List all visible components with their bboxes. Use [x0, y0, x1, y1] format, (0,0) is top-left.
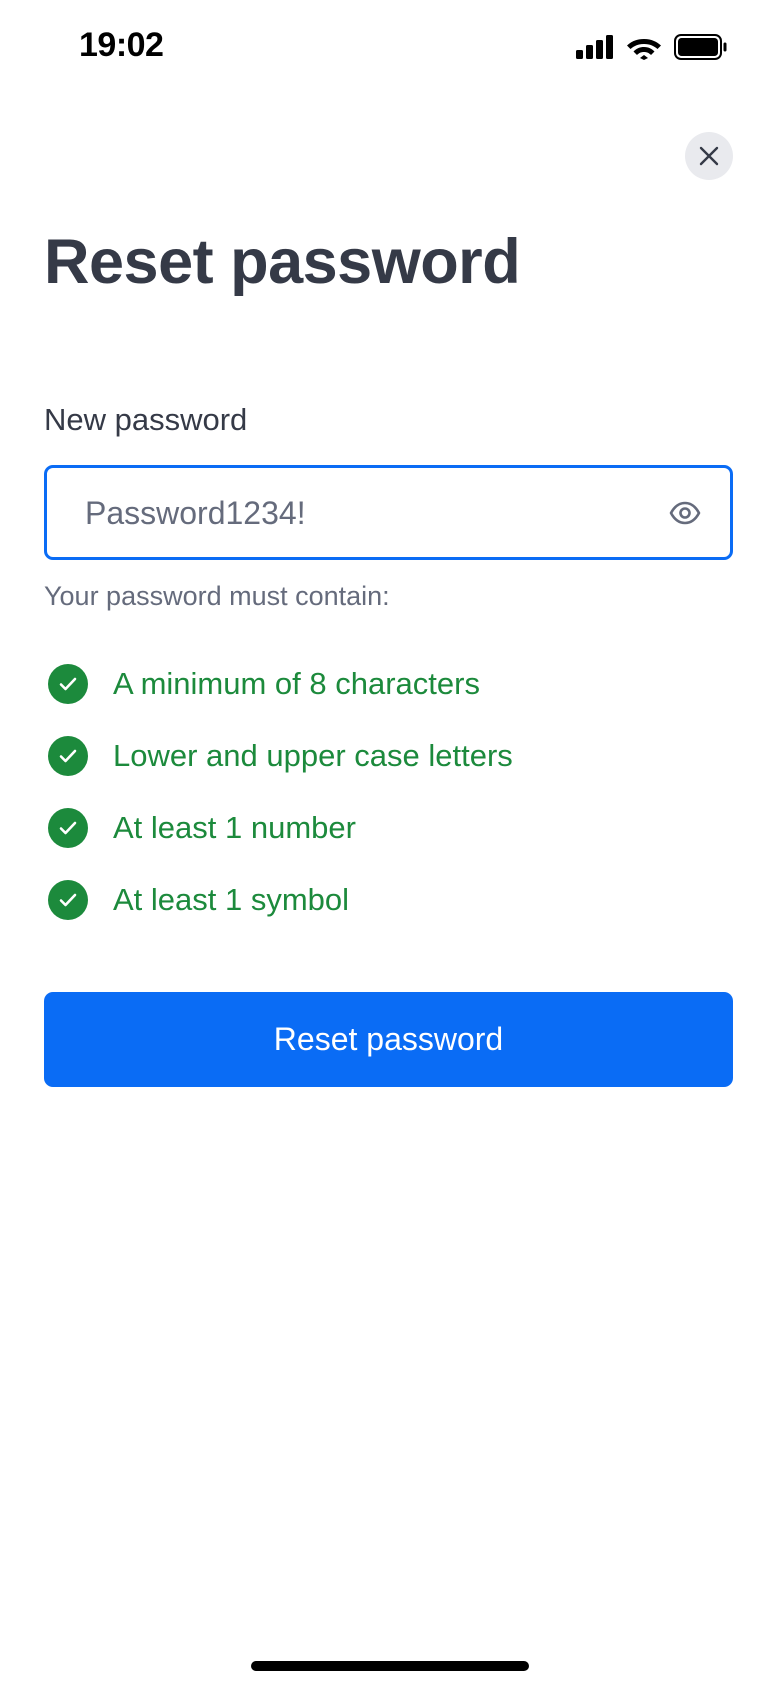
status-icons	[576, 32, 728, 62]
check-circle-icon	[48, 880, 88, 920]
wifi-icon	[627, 39, 661, 60]
page-title: Reset password	[44, 227, 521, 297]
close-button[interactable]	[685, 132, 733, 180]
requirement-label: At least 1 number	[113, 810, 356, 845]
requirement-item: At least 1 number	[48, 792, 513, 864]
requirement-label: Lower and upper case letters	[113, 738, 513, 773]
status-bar: 19:02	[0, 0, 780, 96]
password-requirements-hint: Your password must contain:	[44, 581, 390, 611]
reset-password-button[interactable]: Reset password	[44, 992, 733, 1087]
battery-icon	[674, 34, 727, 60]
status-time: 19:02	[79, 26, 164, 64]
new-password-label: New password	[44, 402, 248, 437]
check-circle-icon	[48, 808, 88, 848]
requirement-label: At least 1 symbol	[113, 882, 350, 917]
eye-icon	[669, 501, 701, 525]
password-value[interactable]: Password1234!	[85, 495, 306, 532]
requirement-item: At least 1 symbol	[48, 864, 513, 936]
requirement-item: Lower and upper case letters	[48, 720, 513, 792]
close-icon	[699, 146, 719, 166]
requirement-label: A minimum of 8 characters	[113, 666, 480, 701]
new-password-field[interactable]: Password1234!	[44, 465, 733, 560]
cellular-signal-icon	[576, 35, 613, 59]
show-password-toggle[interactable]	[668, 496, 702, 530]
password-requirements-list: A minimum of 8 characters Lower and uppe…	[48, 648, 513, 936]
requirement-item: A minimum of 8 characters	[48, 648, 513, 720]
check-circle-icon	[48, 664, 88, 704]
check-circle-icon	[48, 736, 88, 776]
home-indicator[interactable]	[251, 1661, 529, 1671]
